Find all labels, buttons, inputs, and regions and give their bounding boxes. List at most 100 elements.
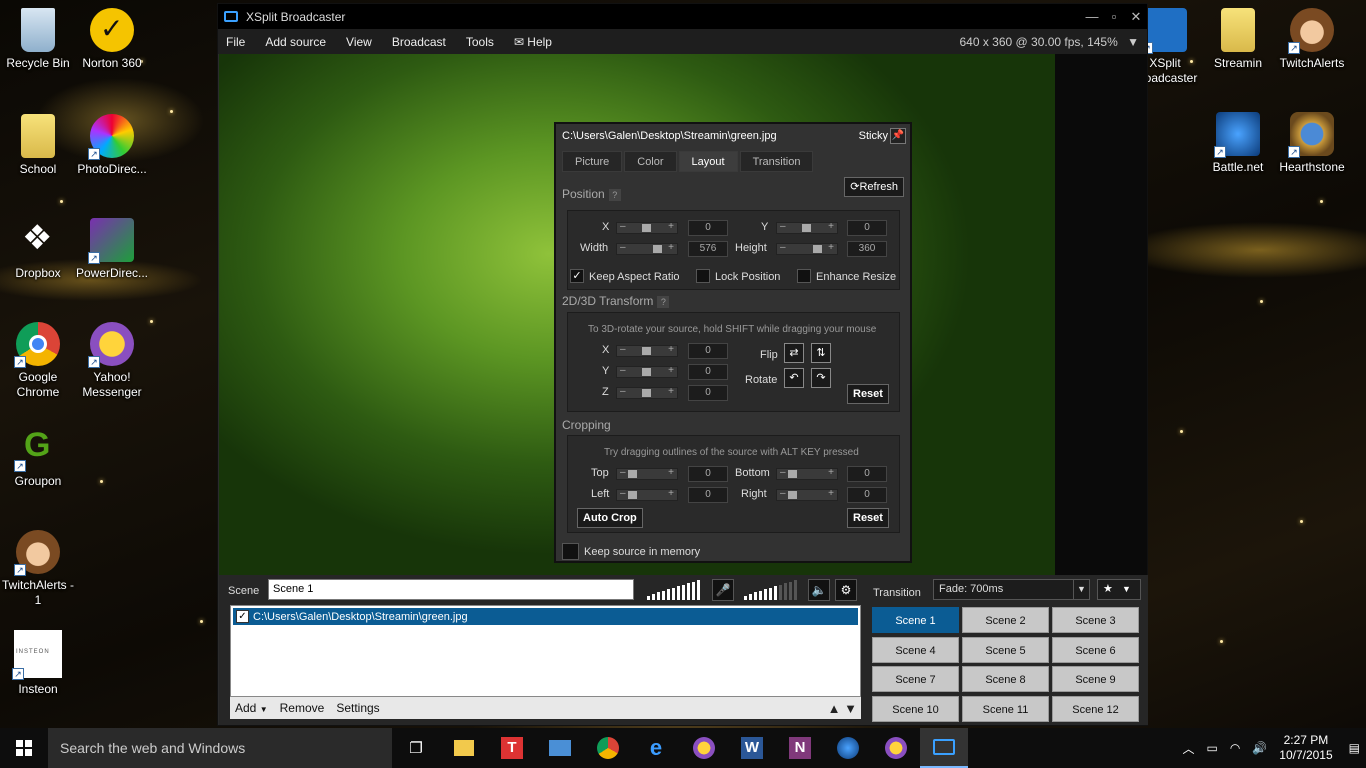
menu-tools[interactable]: Tools xyxy=(466,35,494,49)
rotate-left-icon[interactable]: ↶ xyxy=(784,368,804,388)
desktop-icon-streamin[interactable]: Streamin xyxy=(1200,8,1276,71)
start-button[interactable] xyxy=(0,728,48,768)
help-icon[interactable]: ? xyxy=(657,296,670,308)
maximize-icon[interactable]: ▫ xyxy=(1103,9,1125,24)
yahoo-messenger-icon[interactable] xyxy=(872,728,920,768)
titlebar[interactable]: XSplit Broadcaster — ▫ ✕ xyxy=(218,4,1147,29)
scene-button-6[interactable]: Scene 6 xyxy=(1052,636,1139,663)
crop-top-field[interactable]: 0 xyxy=(688,466,728,482)
volume-icon[interactable]: 🔊 xyxy=(1252,741,1267,755)
lock-position-checkbox[interactable] xyxy=(696,269,710,283)
transform-y-slider[interactable]: – + xyxy=(616,365,678,378)
move-down-icon[interactable]: ▼ xyxy=(844,701,857,716)
crop-left-field[interactable]: 0 xyxy=(688,487,728,503)
desktop-icon-school[interactable]: School xyxy=(0,114,76,177)
menu-broadcast[interactable]: Broadcast xyxy=(392,35,446,49)
scene-button-10[interactable]: Scene 10 xyxy=(872,695,959,722)
microphone-icon[interactable]: 🎤 xyxy=(712,579,734,601)
y-slider[interactable]: – + xyxy=(776,221,838,234)
desktop-icon-photodirector[interactable]: ↗ PhotoDirec... xyxy=(74,114,150,177)
scene-button-2[interactable]: Scene 2 xyxy=(962,607,1049,633)
crop-right-field[interactable]: 0 xyxy=(847,487,887,503)
keep-aspect-checkbox[interactable]: ✓ xyxy=(570,269,584,283)
contacts-icon[interactable] xyxy=(536,728,584,768)
width-slider[interactable]: – + xyxy=(616,242,678,255)
wifi-icon[interactable]: ◠ xyxy=(1230,741,1240,755)
crop-bottom-field[interactable]: 0 xyxy=(847,466,887,482)
transform-z-field[interactable]: 0 xyxy=(688,385,728,401)
crop-bottom-slider[interactable]: – + xyxy=(776,467,838,480)
close-icon[interactable]: ✕ xyxy=(1125,9,1147,25)
transform-z-slider[interactable]: – + xyxy=(616,386,678,399)
add-source-button[interactable]: Add ▼ xyxy=(235,701,268,715)
crop-reset-button[interactable]: Reset xyxy=(847,508,889,528)
menu-file[interactable]: File xyxy=(226,35,245,49)
crop-left-slider[interactable]: – + xyxy=(616,488,678,501)
desktop-icon-insteon[interactable]: INSTEON ↗ Insteon xyxy=(0,630,76,697)
yahoo-messenger-icon[interactable] xyxy=(680,728,728,768)
transition-select[interactable]: Fade: 700ms ▼ xyxy=(933,579,1090,600)
crop-top-slider[interactable]: – + xyxy=(616,467,678,480)
speaker-icon[interactable]: 🔈 xyxy=(808,579,830,601)
desktop-icon-chrome[interactable]: ↗ Google Chrome xyxy=(0,322,76,400)
minimize-icon[interactable]: — xyxy=(1081,9,1103,24)
auto-crop-button[interactable]: Auto Crop xyxy=(577,508,643,528)
transform-reset-button[interactable]: Reset xyxy=(847,384,889,404)
move-up-icon[interactable]: ▲ xyxy=(828,701,841,716)
task-view-icon[interactable]: ❐ xyxy=(392,728,440,768)
scene-button-12[interactable]: Scene 12 xyxy=(1052,695,1139,722)
taskbar-search[interactable]: Search the web and Windows xyxy=(48,728,392,768)
source-visible-checkbox[interactable]: ✓ xyxy=(236,610,249,623)
desktop-icon-hearthstone[interactable]: ↗ Hearthstone xyxy=(1274,112,1350,175)
notifications-icon[interactable]: ▤ xyxy=(1349,741,1360,755)
word-icon[interactable]: W xyxy=(728,728,776,768)
width-value-field[interactable]: 576 xyxy=(688,241,728,257)
scene-button-5[interactable]: Scene 5 xyxy=(962,636,1049,663)
menu-view[interactable]: View xyxy=(346,35,372,49)
refresh-button[interactable]: ⟳Refresh xyxy=(844,177,904,197)
scene-button-1[interactable]: Scene 1 xyxy=(872,607,959,633)
tab-transition[interactable]: Transition xyxy=(739,151,814,172)
tab-picture[interactable]: Picture xyxy=(562,151,623,172)
menu-add-source[interactable]: Add source xyxy=(265,35,326,49)
desktop-icon-powerdirector[interactable]: ↗ PowerDirec... xyxy=(74,218,150,281)
flip-vertical-icon[interactable]: ⇅ xyxy=(811,343,831,363)
chevron-up-icon[interactable]: ︿ xyxy=(1182,740,1194,757)
favorite-transition-button[interactable]: ★ ▼ xyxy=(1097,579,1141,600)
scene-button-3[interactable]: Scene 3 xyxy=(1052,607,1139,633)
scene-button-11[interactable]: Scene 11 xyxy=(962,695,1049,722)
height-slider[interactable]: – + xyxy=(776,242,838,255)
desktop-icon-battlenet[interactable]: ↗ Battle.net xyxy=(1200,112,1276,175)
desktop-icon-yahoo[interactable]: ↗ Yahoo! Messenger xyxy=(74,322,150,400)
keep-memory-checkbox[interactable] xyxy=(562,543,579,560)
desktop-icon-groupon[interactable]: G ↗ Groupon xyxy=(0,426,76,489)
file-explorer-icon[interactable] xyxy=(440,728,488,768)
resolution-dropdown[interactable]: 640 x 360 @ 30.00 fps, 145% ▼ xyxy=(959,35,1139,49)
transform-x-field[interactable]: 0 xyxy=(688,343,728,359)
scene-button-8[interactable]: Scene 8 xyxy=(962,666,1049,692)
desktop-icon-twitchalerts-1[interactable]: ↗ TwitchAlerts - 1 xyxy=(0,530,76,608)
rotate-right-icon[interactable]: ↷ xyxy=(811,368,831,388)
x-slider[interactable]: – + xyxy=(616,221,678,234)
battery-icon[interactable]: ▭ xyxy=(1206,741,1217,755)
remove-source-button[interactable]: Remove xyxy=(280,701,325,715)
scene-button-7[interactable]: Scene 7 xyxy=(872,666,959,692)
scene-name-input[interactable]: Scene 1 xyxy=(268,579,634,600)
menu-help[interactable]: ✉ Help xyxy=(514,35,552,49)
edge-icon[interactable]: e xyxy=(632,728,680,768)
battlenet-icon[interactable] xyxy=(824,728,872,768)
crop-right-slider[interactable]: – + xyxy=(776,488,838,501)
pin-icon[interactable]: 📌 xyxy=(890,128,906,144)
transform-x-slider[interactable]: – + xyxy=(616,344,678,357)
chrome-icon[interactable] xyxy=(584,728,632,768)
xsplit-taskbar-icon[interactable] xyxy=(920,728,968,768)
desktop-icon-twitchalerts[interactable]: ↗ TwitchAlerts xyxy=(1274,8,1350,71)
x-value-field[interactable]: 0 xyxy=(688,220,728,236)
y-value-field[interactable]: 0 xyxy=(847,220,887,236)
gear-icon[interactable]: ⚙ xyxy=(835,579,857,601)
desktop-icon-recycle-bin[interactable]: Recycle Bin xyxy=(0,8,76,71)
enhance-resize-checkbox[interactable] xyxy=(797,269,811,283)
scene-button-9[interactable]: Scene 9 xyxy=(1052,666,1139,692)
help-icon[interactable]: ? xyxy=(608,189,621,201)
source-settings-button[interactable]: Settings xyxy=(336,701,379,715)
